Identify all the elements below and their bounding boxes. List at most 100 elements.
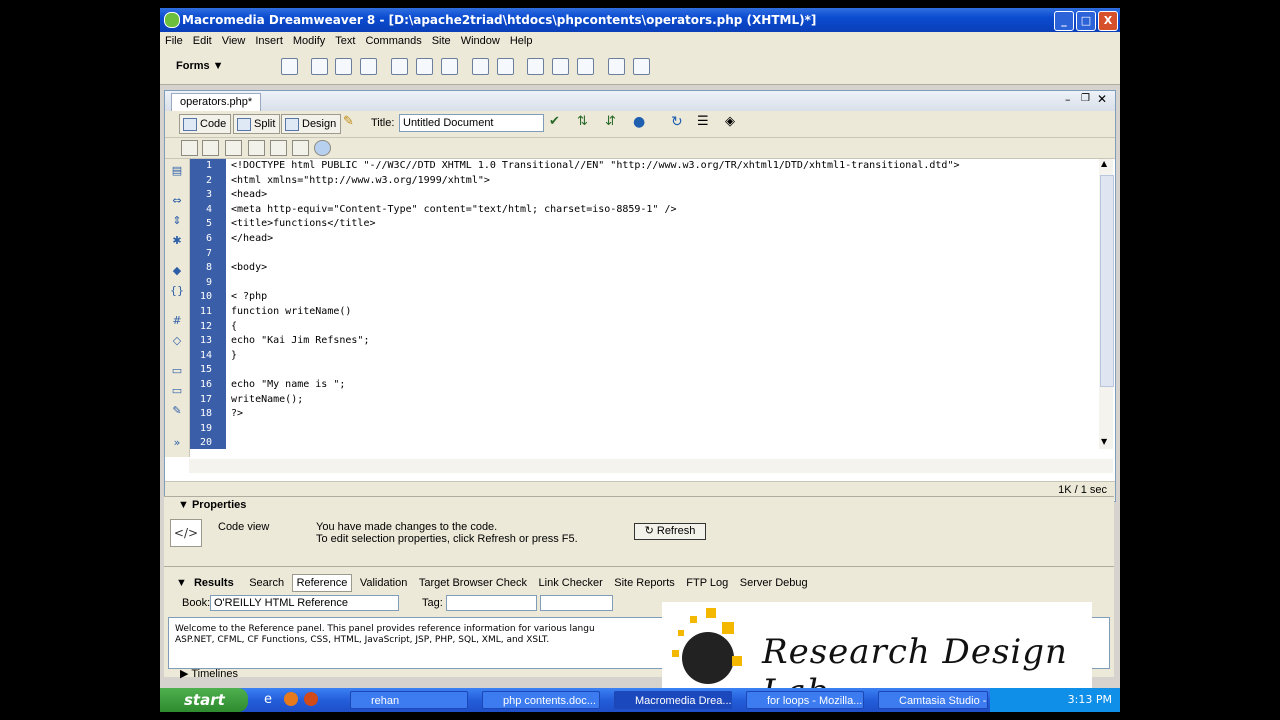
- radio-button-icon[interactable]: [416, 58, 433, 75]
- scroll-down-icon[interactable]: ▼: [1101, 437, 1107, 446]
- scroll-thumb[interactable]: [1100, 175, 1114, 387]
- tab-reference[interactable]: Reference: [291, 574, 353, 592]
- button-icon[interactable]: [577, 58, 594, 75]
- file-field-icon[interactable]: [552, 58, 569, 75]
- menu-edit[interactable]: Edit: [188, 32, 217, 47]
- menu-insert[interactable]: Insert: [250, 32, 288, 47]
- timelines-panel-header[interactable]: ▶ Timelines: [180, 667, 238, 680]
- line-number: 3: [205, 189, 212, 201]
- properties-message-line2: To edit selection properties, click Refr…: [316, 533, 578, 545]
- menu-modify[interactable]: Modify: [288, 32, 330, 47]
- jump-menu-icon[interactable]: [497, 58, 514, 75]
- design-view-button[interactable]: Design: [281, 114, 342, 134]
- dreamweaver-app-icon: [164, 12, 180, 28]
- tag-icon[interactable]: [225, 140, 242, 156]
- doc-close-icon[interactable]: ✕: [1097, 92, 1107, 106]
- refresh-button[interactable]: ↻ Refresh: [634, 523, 706, 540]
- tab-site-reports[interactable]: Site Reports: [610, 575, 679, 591]
- line-number: 19: [199, 422, 212, 434]
- preview-browser-icon[interactable]: ●: [633, 114, 651, 132]
- code-line: </head>: [231, 233, 274, 244]
- sync-icon[interactable]: ⇵: [605, 114, 623, 132]
- line-number: 9: [205, 276, 212, 288]
- menu-text[interactable]: Text: [330, 32, 360, 47]
- snippet-icon[interactable]: [270, 140, 287, 156]
- properties-header[interactable]: ▼ Properties: [164, 497, 1114, 513]
- file-management-icon[interactable]: ⇅: [577, 114, 595, 132]
- task-macromedia-dreamweaver[interactable]: Macromedia Drea...: [614, 691, 732, 709]
- visual-aids-icon[interactable]: ◈: [725, 114, 743, 132]
- tab-search[interactable]: Search: [245, 575, 288, 591]
- insert-category-dropdown[interactable]: Forms ▼: [176, 60, 224, 72]
- text-field-icon[interactable]: [311, 58, 328, 75]
- live-data-icon[interactable]: ✎: [343, 114, 359, 130]
- menu-commands[interactable]: Commands: [360, 32, 426, 47]
- camera-icon[interactable]: [292, 140, 309, 156]
- textarea-icon[interactable]: [360, 58, 377, 75]
- close-button[interactable]: X: [1098, 11, 1118, 31]
- book-select[interactable]: O'REILLY HTML Reference: [210, 595, 399, 611]
- task-php-contents-doc[interactable]: php contents.doc...: [482, 691, 600, 709]
- debug-icon[interactable]: [248, 140, 265, 156]
- tab-operators-php[interactable]: operators.php*: [171, 93, 262, 112]
- list-menu-icon[interactable]: [472, 58, 489, 75]
- attribute-select[interactable]: [540, 595, 613, 611]
- fieldset-icon[interactable]: [633, 58, 650, 75]
- doc-restore-icon[interactable]: ❐: [1081, 93, 1090, 104]
- task-rehan[interactable]: rehan: [350, 691, 468, 709]
- firefox-quicklaunch-icon[interactable]: [284, 692, 298, 706]
- code-line: function writeName(): [231, 306, 352, 317]
- tab-link-checker[interactable]: Link Checker: [535, 575, 607, 591]
- window-title: Macromedia Dreamweaver 8 - [D:\apache2tr…: [182, 13, 817, 27]
- document-title-input[interactable]: Untitled Document: [399, 114, 544, 132]
- view-options-icon[interactable]: ☰: [697, 114, 715, 132]
- code-line: <!DOCTYPE html PUBLIC "-//W3C//DTD XHTML…: [231, 160, 960, 171]
- menu-view[interactable]: View: [217, 32, 251, 47]
- code-editor[interactable]: <!DOCTYPE html PUBLIC "-//W3C//DTD XHTML…: [229, 159, 1099, 449]
- task-camtasia-studio[interactable]: Camtasia Studio -...: [878, 691, 988, 709]
- system-tray-clock[interactable]: 3:13 PM: [990, 688, 1120, 712]
- form-icon[interactable]: [281, 58, 298, 75]
- menu-window[interactable]: Window: [456, 32, 505, 47]
- menu-file[interactable]: File: [160, 32, 188, 47]
- code-horizontal-scrollbar[interactable]: [189, 459, 1113, 473]
- code-vertical-scrollbar[interactable]: ▲ ▼: [1099, 159, 1114, 449]
- checkbox-icon[interactable]: [391, 58, 408, 75]
- properties-panel: ▼ Properties </> Code view You have made…: [164, 496, 1114, 567]
- tab-server-debug[interactable]: Server Debug: [736, 575, 812, 591]
- tag-select[interactable]: [446, 595, 537, 611]
- line-number: 5: [205, 218, 212, 230]
- code-view-button[interactable]: Code: [179, 114, 232, 134]
- menu-help[interactable]: Help: [505, 32, 538, 47]
- maximize-button[interactable]: □: [1076, 11, 1096, 31]
- validate-icon[interactable]: ✔: [549, 114, 567, 132]
- refresh-design-icon[interactable]: ↻: [671, 114, 689, 132]
- media-quicklaunch-icon[interactable]: [304, 692, 318, 706]
- code-line: <title>functions</title>: [231, 218, 376, 230]
- window-title-bar[interactable]: Macromedia Dreamweaver 8 - [D:\apache2tr…: [160, 8, 1120, 32]
- print-icon[interactable]: [202, 140, 219, 156]
- line-number: 4: [205, 203, 212, 215]
- reference-icon[interactable]: [181, 140, 198, 156]
- title-label: Title:: [371, 117, 395, 129]
- code-view-properties-icon: </>: [170, 519, 202, 547]
- menu-site[interactable]: Site: [427, 32, 456, 47]
- ie-quicklaunch-icon[interactable]: e: [264, 692, 272, 707]
- minimize-button[interactable]: _: [1054, 11, 1074, 31]
- split-view-button[interactable]: Split: [233, 114, 281, 134]
- tab-target-browser-check[interactable]: Target Browser Check: [415, 575, 531, 591]
- image-field-icon[interactable]: [527, 58, 544, 75]
- tag-label: Tag:: [422, 597, 443, 609]
- tab-validation[interactable]: Validation: [356, 575, 412, 591]
- scroll-up-icon[interactable]: ▲: [1101, 159, 1107, 168]
- tab-ftp-log[interactable]: FTP Log: [682, 575, 732, 591]
- code-line: < ?php: [231, 291, 268, 303]
- server-icon[interactable]: [314, 140, 331, 156]
- doc-minimize-icon[interactable]: –: [1065, 93, 1071, 106]
- hidden-field-icon[interactable]: [335, 58, 352, 75]
- results-header[interactable]: ▼ Results: [172, 573, 242, 593]
- task-for-loops-mozilla[interactable]: for loops - Mozilla...: [746, 691, 864, 709]
- label-icon[interactable]: [608, 58, 625, 75]
- radio-group-icon[interactable]: [441, 58, 458, 75]
- start-button[interactable]: start: [160, 688, 248, 712]
